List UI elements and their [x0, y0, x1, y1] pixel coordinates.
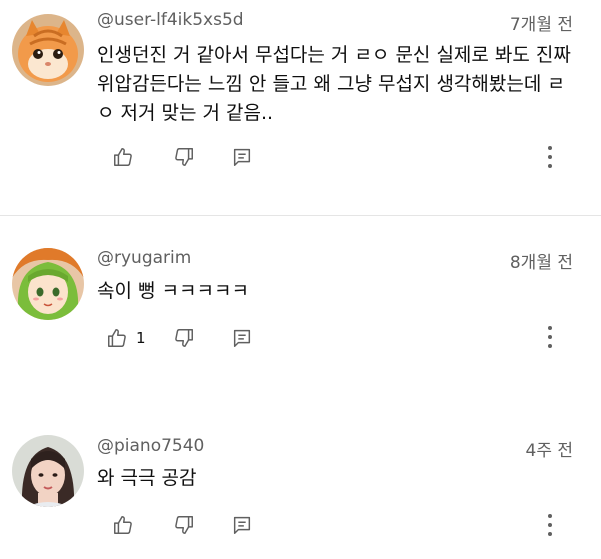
more-vert-icon[interactable] — [545, 324, 555, 350]
thumbs-down-icon[interactable] — [173, 514, 195, 536]
comment-timestamp[interactable]: 8개월 전 — [510, 248, 573, 273]
comment-author[interactable]: @ryugarim — [97, 248, 191, 268]
comment-timestamp[interactable]: 7개월 전 — [510, 10, 573, 35]
comment-timestamp[interactable]: 4주 전 — [526, 436, 574, 461]
comment-author[interactable]: @user-lf4ik5xs5d — [97, 10, 244, 30]
avatar[interactable] — [12, 14, 84, 86]
orange-cat-avatar-icon — [12, 14, 84, 86]
thumbs-up-icon[interactable] — [106, 327, 128, 349]
comment-item: @ryugarim 8개월 전 속이 뻥 ㅋㅋㅋㅋㅋ 1 — [0, 216, 601, 402]
more-vert-icon[interactable] — [545, 144, 555, 170]
thumbs-down-icon[interactable] — [173, 327, 195, 349]
thumbs-down-icon[interactable] — [173, 146, 195, 168]
like-count: 1 — [136, 329, 146, 347]
avatar[interactable] — [12, 435, 84, 507]
comment-text: 속이 뻥 ㅋㅋㅋㅋㅋ — [97, 280, 249, 302]
reply-icon[interactable] — [231, 327, 253, 349]
anime-girl-avatar-icon — [12, 248, 84, 320]
reply-icon[interactable] — [231, 146, 253, 168]
comment-text: 와 극극 공감 — [97, 467, 197, 489]
avatar[interactable] — [12, 248, 84, 320]
more-vert-icon[interactable] — [545, 512, 555, 538]
comment-item: @user-lf4ik5xs5d 7개월 전 인생던진 거 같아서 무섭다는 거… — [0, 0, 601, 215]
comment-author[interactable]: @piano7540 — [97, 436, 204, 456]
reply-icon[interactable] — [231, 514, 253, 536]
thumbs-up-icon[interactable] — [112, 514, 134, 536]
thumbs-up-icon[interactable] — [112, 146, 134, 168]
comment-item: @piano7540 4주 전 와 극극 공감 — [0, 402, 601, 559]
comment-text: 인생던진 거 같아서 무섭다는 거 ㄹㅇ 문신 실제로 봐도 진짜 위압감든다는… — [97, 44, 571, 124]
photo-avatar-icon — [12, 435, 84, 507]
